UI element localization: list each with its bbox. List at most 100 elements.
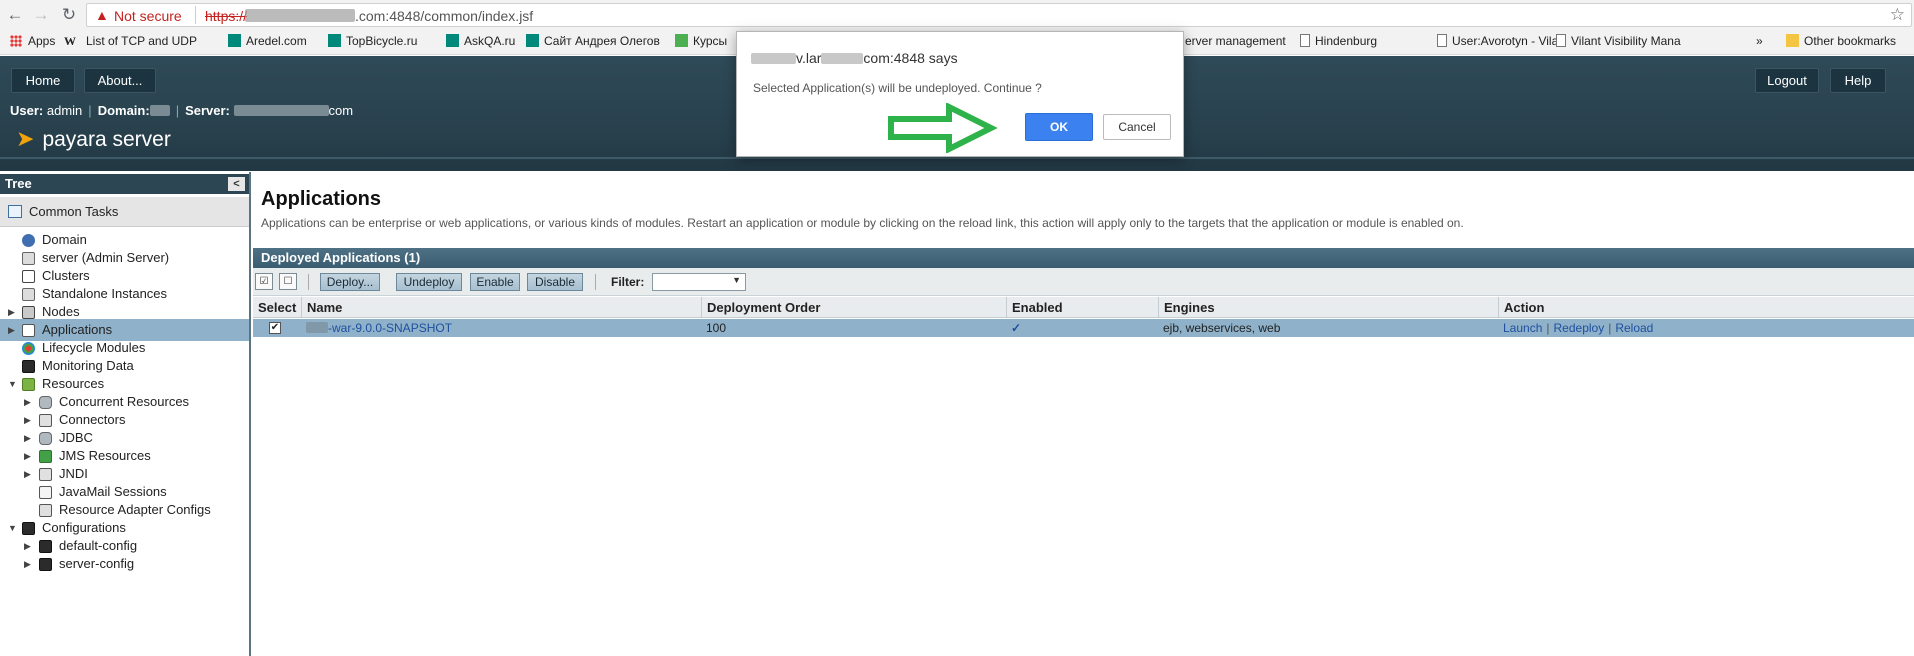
engines-value: ejb, webservices, web [1163,321,1281,335]
redeploy-link[interactable]: Redeploy [1554,321,1605,335]
config-icon [22,522,35,535]
monitor-icon [22,360,35,373]
bookmark-tcp-udp[interactable]: List of TCP and UDP [86,34,197,48]
bookmark-andrey-site[interactable]: Сайт Андрея Олегов [526,34,660,48]
bookmark-apps[interactable]: Apps [10,34,55,48]
toolbar-divider [308,274,309,290]
bookmark-askqa[interactable]: AskQA.ru [446,34,515,48]
security-label: Not secure [114,8,182,24]
bookmark-favicon-icon [446,34,459,47]
row-actions: Launch | Redeploy | Reload [1503,321,1654,335]
launch-link[interactable]: Launch [1503,321,1542,335]
payara-fish-icon: ➤ [16,126,35,151]
select-all-icon[interactable]: ☑ [255,273,273,290]
bookmark-hindenburg[interactable]: Hindenburg [1300,34,1377,48]
adapter-icon [39,504,52,517]
connector-icon [39,414,52,427]
table-toolbar: ☑ ☐ Deploy... Undeploy Enable Disable Fi… [253,268,1914,296]
chevron-down-icon: ▼ [732,275,741,285]
expand-arrow-icon[interactable]: ▶ [24,553,31,575]
redacted-app-prefix [306,322,328,333]
resources-icon [22,378,35,391]
bookmark-wikipedia[interactable]: W [64,34,76,49]
reload-link[interactable]: Reload [1615,321,1653,335]
bookmark-avorotyn[interactable]: User:Avorotyn - Vilan [1437,34,1565,48]
jms-icon [39,450,52,463]
bookmark-server-management[interactable]: erver management [1185,34,1286,48]
payara-logo: ➤ payara server [16,126,171,151]
about-button[interactable]: About... [84,68,156,93]
server-icon [22,288,35,301]
dialog-message: Selected Application(s) will be undeploy… [753,81,1042,95]
deselect-all-icon[interactable]: ☐ [279,273,297,290]
redacted-host [821,53,864,64]
column-header-deployment-order[interactable]: Deployment Order [701,297,1006,318]
url-path: .com:4848/common/index.jsf [355,8,534,24]
redacted-domain [149,105,170,116]
ok-button[interactable]: OK [1025,113,1093,141]
document-icon [1437,34,1447,47]
enable-button[interactable]: Enable [470,273,520,291]
undeploy-button[interactable]: Undeploy [396,273,462,291]
main-content: Applications Applications can be enterpr… [253,172,1914,656]
column-header-engines[interactable]: Engines [1158,297,1498,318]
help-button[interactable]: Help [1830,68,1886,93]
common-tasks-link[interactable]: Common Tasks [0,197,249,227]
bookmark-vilant[interactable]: Vilant Visibility Mana [1556,34,1681,48]
url-protocol: https:// [205,8,248,24]
browser-toolbar: ← → ↻ ▲ Not secure https:// .com:4848/co… [0,0,1914,30]
tree-item-server-config[interactable]: ▶ server-config [0,553,249,575]
column-header-name[interactable]: Name [301,297,701,318]
deploy-button[interactable]: Deploy... [320,273,380,291]
bookmark-topbicycle[interactable]: TopBicycle.ru [328,34,417,48]
home-button[interactable]: Home [11,68,75,93]
dialog-title: v.lar com:4848 says [751,50,958,66]
table-row: ✔ -war-9.0.0-SNAPSHOT 100 ✓ ejb, webserv… [253,319,1914,337]
lifecycle-icon [22,342,35,355]
table-header-row: Select Name Deployment Order Enabled Eng… [253,297,1914,318]
bookmark-favicon-icon [328,34,341,47]
redacted-hostname [245,9,355,22]
star-icon[interactable]: ☆ [1890,5,1905,25]
cluster-icon [22,270,35,283]
redacted-host [751,53,796,64]
confirm-dialog: v.lar com:4848 says Selected Application(… [736,31,1184,157]
address-divider [195,6,196,24]
bookmarks-overflow-button[interactable]: » [1756,34,1763,48]
table-title: Deployed Applications (1) [253,248,1914,268]
database-icon [39,432,52,445]
enabled-check-icon: ✓ [1011,321,1022,335]
document-icon [1556,34,1566,47]
app-name-link[interactable]: -war-9.0.0-SNAPSHOT [301,319,452,337]
column-header-enabled[interactable]: Enabled [1006,297,1158,318]
document-icon [1300,34,1310,47]
bookmark-favicon-icon [228,34,241,47]
back-icon[interactable]: ← [4,4,26,26]
bookmark-aredel[interactable]: Aredel.com [228,34,307,48]
folder-icon [1786,34,1799,47]
row-select-checkbox[interactable]: ✔ [269,322,281,334]
bookmark-other[interactable]: Other bookmarks [1786,34,1896,48]
apps-grid-icon [10,35,22,47]
filter-label: Filter: [611,275,645,289]
disable-button[interactable]: Disable [527,273,583,291]
jndi-icon [39,468,52,481]
server-icon [22,252,35,265]
bookmark-courses[interactable]: Курсы [675,34,727,48]
page-title: Applications [261,188,382,210]
filter-dropdown[interactable]: ▼ [652,273,746,291]
collapse-tree-button[interactable]: < [228,177,245,191]
reload-icon[interactable]: ↻ [58,4,80,26]
column-header-action[interactable]: Action [1498,297,1914,318]
config-icon [39,540,52,553]
toolbar-divider [595,274,596,290]
forward-icon[interactable]: → [30,4,52,26]
column-header-select[interactable]: Select [253,297,301,318]
deployment-order-value: 100 [706,321,727,335]
globe-icon [22,234,35,247]
node-icon [22,306,35,319]
address-bar[interactable]: ▲ Not secure https:// .com:4848/common/i… [86,3,1912,27]
cancel-button[interactable]: Cancel [1103,114,1171,140]
navigation-tree: Tree < Common Tasks Domain server (Admin… [0,172,251,656]
logout-button[interactable]: Logout [1755,68,1819,93]
